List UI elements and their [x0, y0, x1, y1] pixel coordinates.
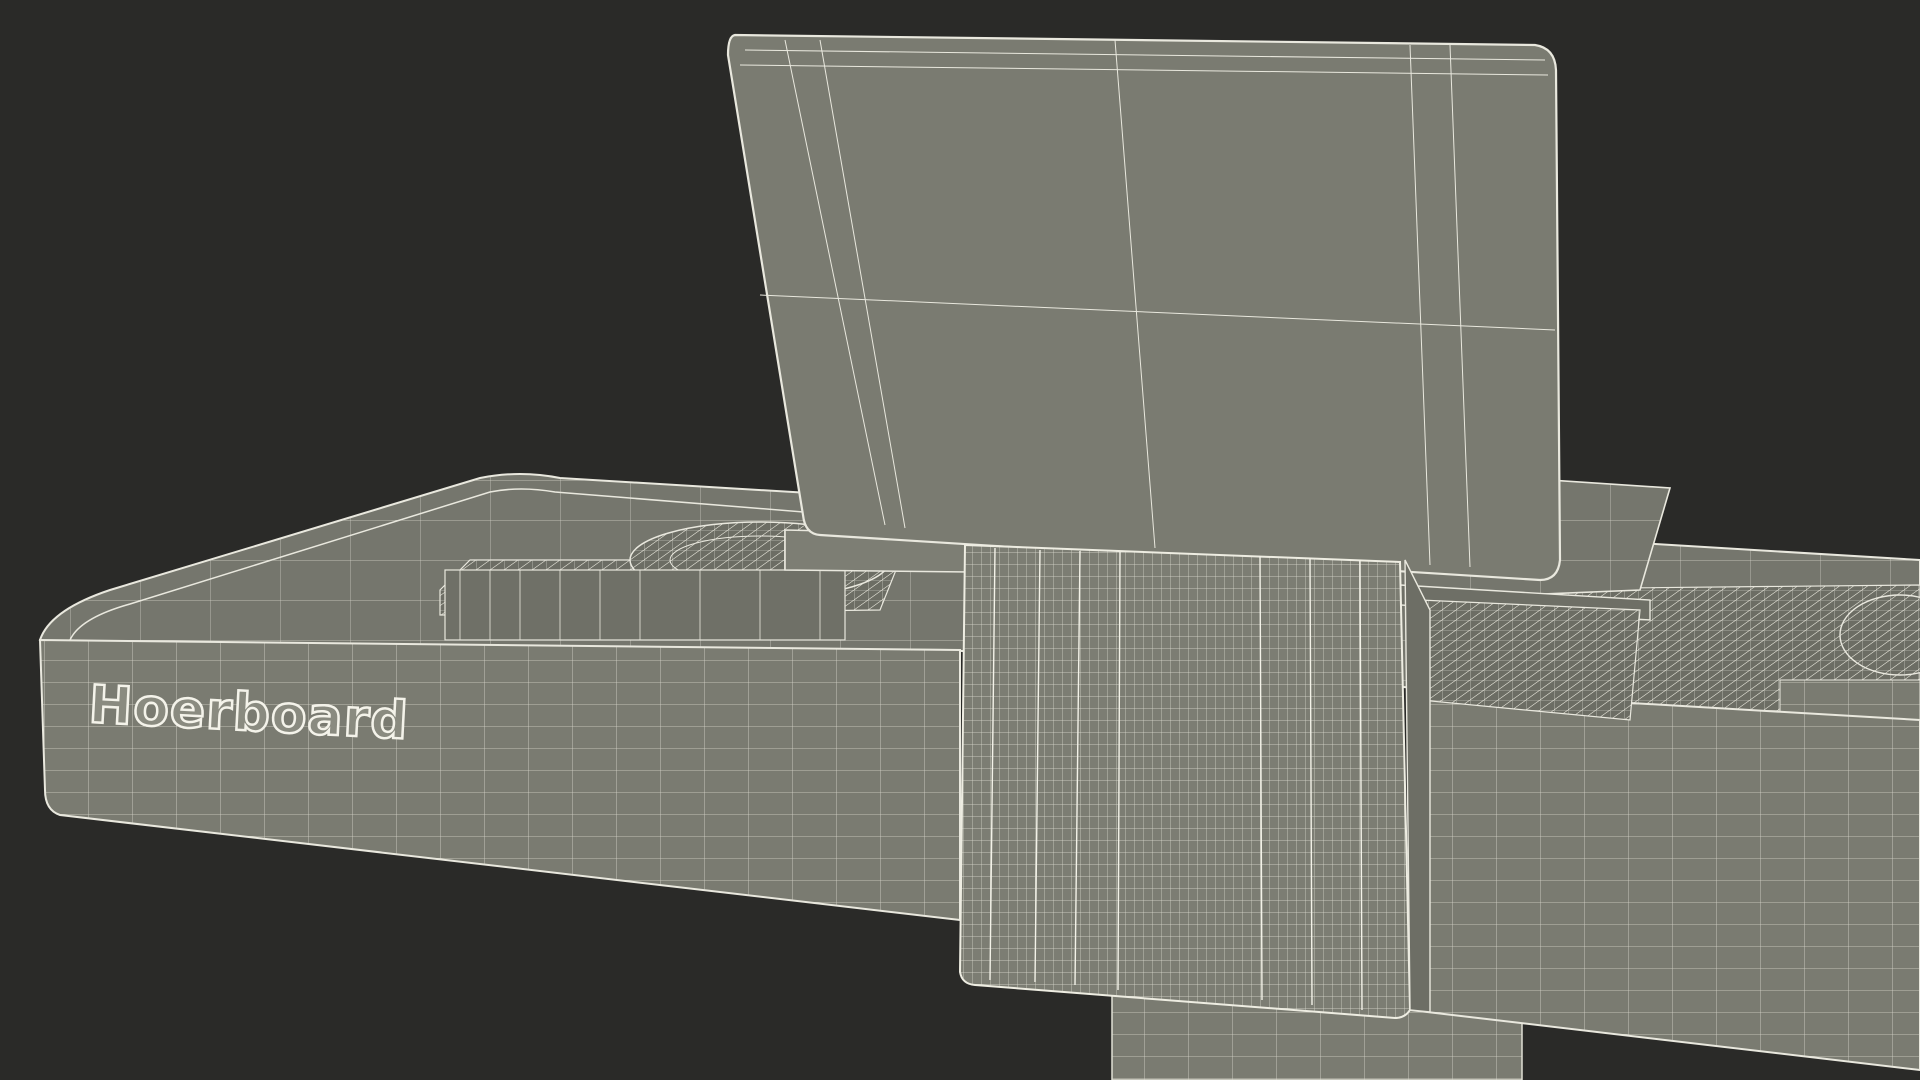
drape-side-clamp: [1404, 559, 1431, 1013]
desk-front-panel-right: [1409, 688, 1920, 1072]
wireframe-render-canvas: Hoerboard: [0, 0, 1920, 1080]
front-drape: [958, 543, 1412, 1020]
laptop-screen-lid: [726, 33, 1562, 582]
